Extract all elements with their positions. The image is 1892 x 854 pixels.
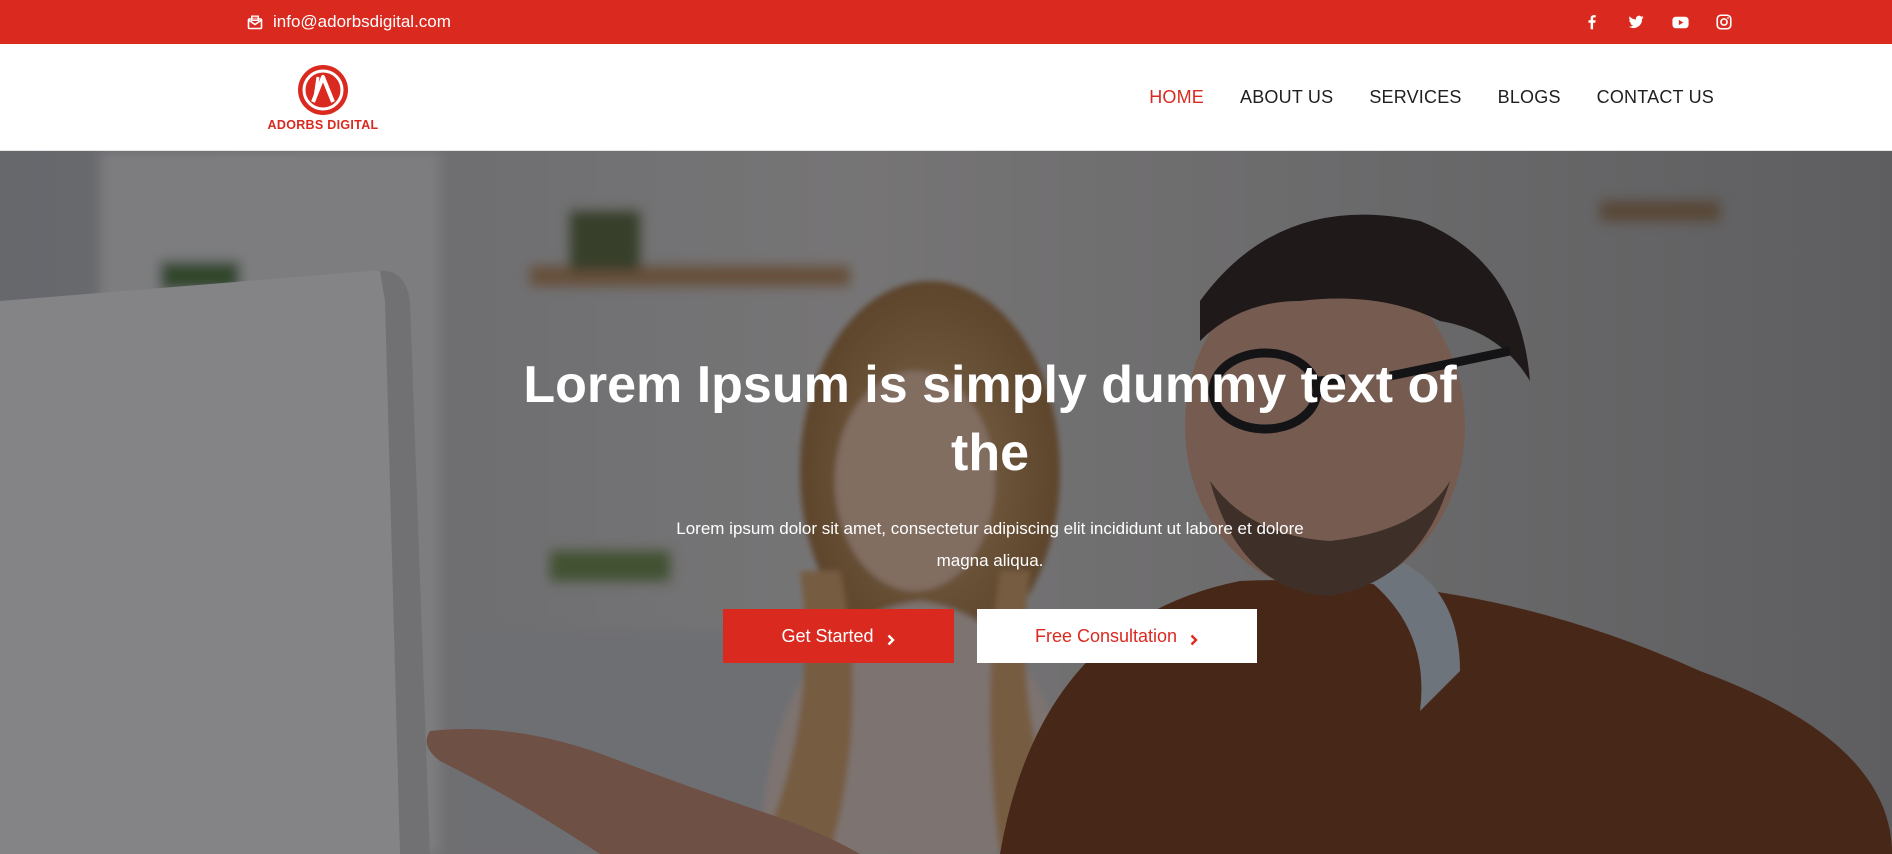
get-started-button[interactable]: Get Started — [723, 609, 954, 663]
logo-text: ADORBS DIGITAL — [267, 118, 379, 132]
nav-home[interactable]: HOME — [1149, 87, 1204, 108]
facebook-icon[interactable] — [1582, 12, 1602, 32]
social-links — [1582, 0, 1734, 44]
chevron-right-icon — [1189, 630, 1199, 646]
hero-title: Lorem Ipsum is simply dummy text of the — [523, 356, 1457, 482]
nav-blogs[interactable]: BLOGS — [1498, 87, 1561, 108]
logo-mark-icon — [298, 65, 348, 115]
hero-content: Lorem Ipsum is simply dummy text of the … — [0, 151, 1892, 854]
envelope-open-icon — [247, 14, 263, 30]
nav-services[interactable]: SERVICES — [1369, 87, 1461, 108]
get-started-label: Get Started — [781, 625, 874, 646]
hero-section: Lorem Ipsum is simply dummy text of the … — [0, 151, 1892, 854]
contact-email[interactable]: info@adorbsdigital.com — [247, 0, 451, 44]
free-consultation-label: Free Consultation — [1034, 625, 1178, 646]
site-header: ADORBS DIGITAL HOME ABOUT US SERVICES BL… — [0, 44, 1892, 151]
contact-email-text: info@adorbsdigital.com — [273, 12, 451, 31]
nav-contact-us[interactable]: CONTACT US — [1597, 87, 1714, 108]
free-consultation-button[interactable]: Free Consultation — [977, 609, 1257, 663]
instagram-icon[interactable] — [1714, 12, 1734, 32]
hero-subtitle: Lorem ipsum dolor sit amet, consectetur … — [676, 519, 1304, 570]
nav-about-us[interactable]: ABOUT US — [1240, 87, 1333, 108]
top-bar: info@adorbsdigital.com — [0, 0, 1892, 44]
twitter-icon[interactable] — [1626, 12, 1646, 32]
logo[interactable]: ADORBS DIGITAL — [268, 63, 378, 135]
main-nav: HOME ABOUT US SERVICES BLOGS CONTACT US — [1149, 44, 1714, 151]
chevron-right-icon — [886, 630, 896, 646]
youtube-icon[interactable] — [1670, 12, 1690, 32]
